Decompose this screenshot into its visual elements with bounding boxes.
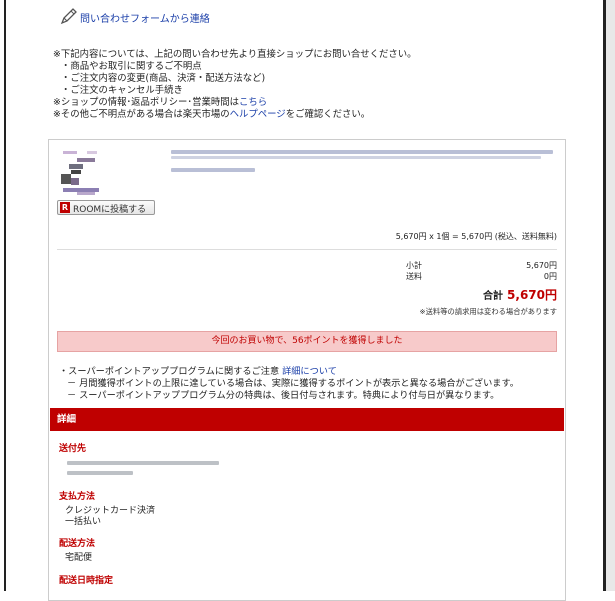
product-name-blurred xyxy=(171,168,255,172)
pen-icon xyxy=(60,8,77,25)
product-name-blurred[interactable] xyxy=(171,150,553,154)
shipping-address-heading: 送付先 xyxy=(59,444,87,454)
delivery-datetime-heading: 配送日時指定 xyxy=(59,576,114,586)
room-post-button[interactable]: R ROOMに投稿する xyxy=(57,200,155,215)
payment-method-heading: 支払方法 xyxy=(59,492,96,502)
clipped-text xyxy=(80,0,140,2)
subtotal-label: 小計 xyxy=(406,261,422,270)
notes-bullet: ・ご注文内容の変更(商品、決済・配送方法など) xyxy=(61,73,266,84)
notes-bullet: ・ご注文のキャンセル手続き xyxy=(61,85,183,96)
help-line: ※その他ご不明点がある場合は楽天市場のヘルプページをご確認ください。 xyxy=(53,109,416,121)
shop-info-text: ※ショップの情報･返品ポリシー･営業時間は xyxy=(53,97,239,108)
super-point-details-link[interactable]: 詳細について xyxy=(282,366,337,377)
payment-method-value: クレジットカード決済 一括払い xyxy=(65,506,155,528)
total-label: 合計 xyxy=(483,291,504,302)
help-text: ※その他ご不明点がある場合は楽天市場の xyxy=(53,109,230,120)
notes-block: ※下記内容については、上記の問い合わせ先より直接ショップにお問い合せください。 … xyxy=(53,49,416,121)
super-point-notice: ・スーパーポイントアッププログラムに関するご注意 詳細について － 月間獲得ポイ… xyxy=(59,366,519,402)
super-point-title-text: ・スーパーポイントアッププログラムに関するご注意 xyxy=(59,366,280,377)
divider xyxy=(57,249,557,250)
scroll-gutter[interactable] xyxy=(606,0,615,591)
price-calculation: 5,670円 x 1個 = 5,670円 (税込、送料無料) xyxy=(395,232,557,241)
summary-values: 5,670円 0円 xyxy=(526,260,557,282)
shop-info-link[interactable]: こちら xyxy=(239,97,267,108)
payment-line: 一括払い xyxy=(65,517,102,527)
shipping-value: 0円 xyxy=(543,272,557,281)
total-row: 合計 5,670円 xyxy=(483,286,557,303)
contact-form-link[interactable]: 問い合わせフォームから連絡 xyxy=(80,10,210,25)
room-button-label: ROOMに投稿する xyxy=(73,205,147,215)
address-blurred xyxy=(67,471,133,475)
shop-info-line: ※ショップの情報･返品ポリシー･営業時間はこちら xyxy=(53,97,416,109)
super-point-line: － 月間獲得ポイントの上限に達している場合は、実際に獲得するポイントが表示と異な… xyxy=(67,378,519,389)
payment-line: クレジットカード決済 xyxy=(65,506,156,516)
total-value: 5,670円 xyxy=(507,288,557,302)
rakuten-r-icon: R xyxy=(60,202,70,213)
product-thumbnail[interactable] xyxy=(57,148,107,200)
help-page-link[interactable]: ヘルプページ xyxy=(230,109,286,120)
summary-labels: 小計 送料 xyxy=(406,260,422,282)
delivery-method-value: 宅配便 xyxy=(65,553,93,563)
details-heading: 詳細 xyxy=(50,408,564,431)
points-earned-banner: 今回のお買い物で、56ポイントを獲得しました xyxy=(57,331,557,352)
window-frame-left xyxy=(4,0,6,591)
product-name-blurred xyxy=(171,156,541,159)
address-blurred xyxy=(67,461,219,465)
notes-line: ※下記内容については、上記の問い合わせ先より直接ショップにお問い合せください。 xyxy=(53,49,417,60)
order-card: R ROOMに投稿する 5,670円 x 1個 = 5,670円 (税込、送料無… xyxy=(48,139,566,601)
super-point-title: ・スーパーポイントアッププログラムに関するご注意 詳細について xyxy=(59,366,519,378)
help-suffix: をご確認ください。 xyxy=(285,109,371,120)
delivery-method-heading: 配送方法 xyxy=(59,539,96,549)
notes-bullet: ・商品やお取引に関するご不明点 xyxy=(61,61,202,72)
shipping-label: 送料 xyxy=(406,272,422,281)
super-point-line: － スーパーポイントアッププログラム分の特典は、後日付与されます。特典により付与… xyxy=(67,390,500,401)
fee-note: ※送料等の請求用は変わる場合があります xyxy=(419,307,557,316)
subtotal-value: 5,670円 xyxy=(526,261,557,270)
